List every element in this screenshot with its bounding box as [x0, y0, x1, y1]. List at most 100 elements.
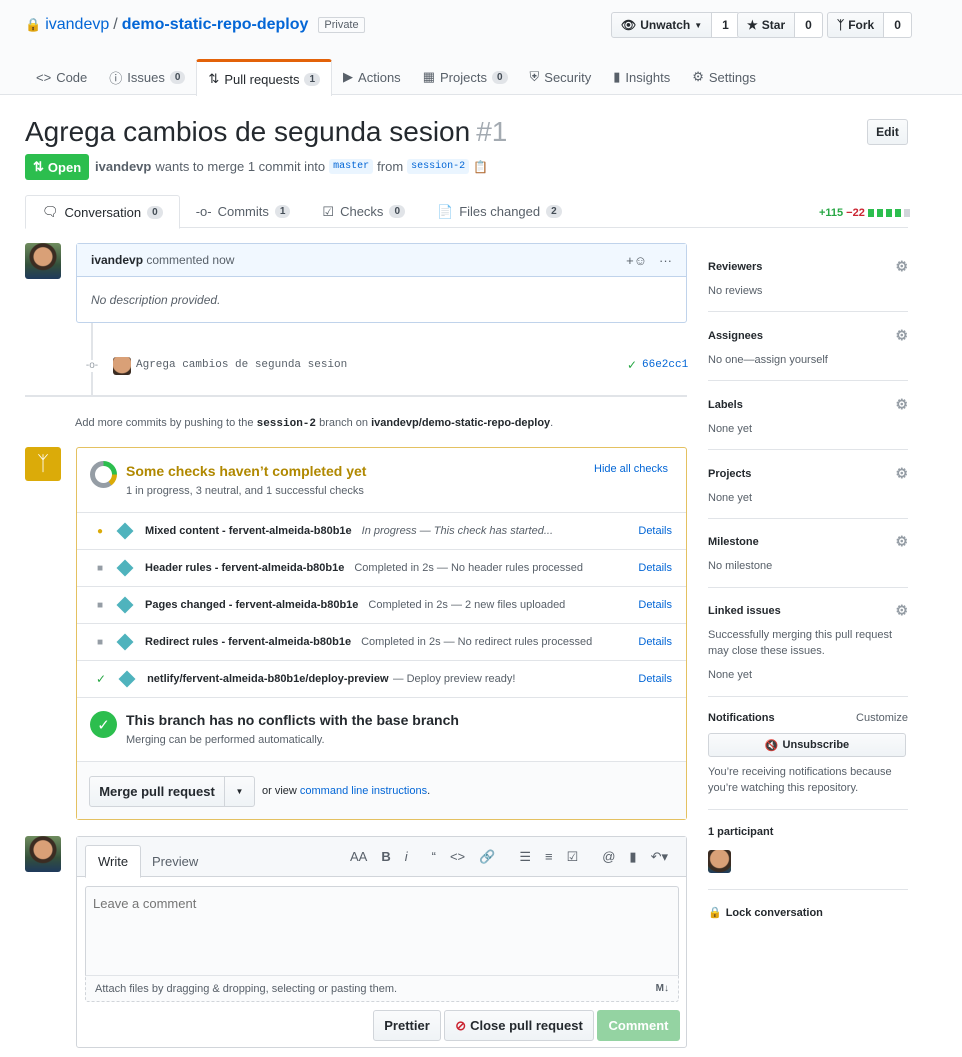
merge-options-caret-icon[interactable]: ▼ — [224, 776, 255, 807]
close-pull-request-button[interactable]: ⊘ Close pull request — [444, 1010, 594, 1041]
tab-preview[interactable]: Preview — [140, 845, 210, 878]
markdown-icon[interactable]: M↓ — [656, 983, 669, 994]
star-icon: ★ — [747, 18, 758, 32]
checks-donut-icon — [90, 461, 117, 488]
hide-checks-link[interactable]: Hide all checks — [594, 463, 668, 475]
participant-avatar[interactable] — [708, 850, 731, 873]
tab-insights[interactable]: ▮ Insights — [602, 59, 681, 95]
tab-checks[interactable]: ☑ Checks 0 — [306, 195, 421, 228]
tab-code[interactable]: <> Code — [25, 59, 98, 95]
avatar[interactable] — [25, 243, 61, 279]
diffstat-additions: +115 — [819, 207, 844, 219]
comment-author[interactable]: ivandevp — [91, 253, 143, 267]
tab-write[interactable]: Write — [85, 845, 142, 878]
projects-title[interactable]: Projects — [708, 468, 751, 480]
check-details-link[interactable]: Details — [638, 562, 672, 574]
reply-icon[interactable]: ↶▾ — [651, 849, 668, 865]
mention-icon[interactable]: @ — [602, 849, 615, 865]
italic-icon[interactable]: i — [405, 849, 408, 865]
repo-owner-link[interactable]: ivandevp — [45, 16, 109, 34]
kebab-menu-icon[interactable]: ··· — [659, 253, 672, 268]
star-button[interactable]: ★ Star — [737, 12, 796, 38]
no-conflicts-title: This branch has no conflicts with the ba… — [126, 712, 459, 728]
bookmark-icon[interactable]: ▮ — [629, 849, 636, 865]
participants-title: 1 participant — [708, 826, 774, 838]
timeline-line — [91, 323, 93, 395]
task-list-icon[interactable]: ☑ — [567, 849, 579, 865]
watch-count[interactable]: 1 — [712, 12, 740, 38]
avatar[interactable] — [25, 836, 61, 872]
bold-icon[interactable]: B — [381, 849, 390, 865]
linked-issues-title[interactable]: Linked issues — [708, 605, 781, 617]
eye-icon: 👁 — [621, 18, 637, 32]
tab-checks-count: 0 — [389, 205, 405, 218]
clipboard-icon[interactable]: 📋 — [473, 160, 488, 174]
customize-link[interactable]: Customize — [856, 712, 908, 724]
unwatch-button[interactable]: 👁 Unwatch ▼ — [611, 12, 713, 38]
attach-files-area[interactable]: Attach files by dragging & dropping, sel… — [85, 975, 679, 1002]
numbered-list-icon[interactable]: ≡ — [545, 849, 553, 865]
gear-icon[interactable]: ⚙ — [895, 396, 908, 413]
head-branch[interactable]: session-2 — [407, 159, 470, 174]
commit-avatar[interactable] — [113, 357, 131, 375]
repo-nav: <> Code ⓘ Issues 0 ⇅ Pull requests 1 ▶ Actions… — [25, 59, 767, 96]
reviewers-title[interactable]: Reviewers — [708, 261, 762, 273]
push-hint-repo[interactable]: ivandevp/demo-static-repo-deploy — [371, 417, 550, 429]
edit-title-button[interactable]: Edit — [867, 119, 908, 145]
unsubscribe-button[interactable]: 🔇 Unsubscribe — [708, 733, 906, 757]
tab-files-changed[interactable]: 📄 Files changed 2 — [421, 195, 578, 228]
diffstat-deletions: −22 — [846, 207, 865, 219]
gear-icon[interactable]: ⚙ — [895, 258, 908, 275]
fork-count[interactable]: 0 — [884, 12, 912, 38]
tab-commits[interactable]: -o- Commits 1 — [180, 195, 307, 228]
diffstat-block — [903, 209, 910, 217]
milestone-title[interactable]: Milestone — [708, 536, 759, 548]
tab-settings[interactable]: ⚙ Settings — [681, 59, 767, 95]
repo-name-link[interactable]: demo-static-repo-deploy — [122, 16, 309, 34]
base-branch[interactable]: master — [329, 159, 374, 174]
tab-conversation[interactable]: 🗨 Conversation 0 — [25, 195, 180, 229]
prettier-button[interactable]: Prettier — [373, 1010, 441, 1041]
link-icon[interactable]: 🔗 — [479, 849, 495, 865]
star-count[interactable]: 0 — [795, 12, 823, 38]
commit-icon: -o- — [195, 204, 212, 219]
gear-icon[interactable]: ⚙ — [895, 327, 908, 344]
comment-button[interactable]: Comment — [597, 1010, 680, 1041]
command-line-instructions-link[interactable]: command line instructions — [300, 785, 427, 797]
check-details-link[interactable]: Details — [638, 673, 672, 685]
check-details-link[interactable]: Details — [638, 636, 672, 648]
check-name: Mixed content - fervent-almeida-b80b1e — [145, 525, 352, 537]
pr-state-label: Open — [47, 159, 82, 175]
tab-actions[interactable]: ▶ Actions — [332, 59, 412, 95]
gear-icon[interactable]: ⚙ — [895, 602, 908, 619]
bullet-list-icon[interactable]: ☰ — [519, 849, 531, 865]
check-icon[interactable]: ✓ — [627, 358, 637, 372]
heading-icon[interactable]: AA — [350, 849, 367, 865]
fork-button[interactable]: ᛉ Fork — [827, 12, 885, 38]
code-icon[interactable]: <> — [450, 849, 465, 865]
gear-icon[interactable]: ⚙ — [895, 533, 908, 550]
commit-message[interactable]: Agrega cambios de segunda sesion — [136, 359, 347, 371]
pr-author-link[interactable]: ivandevp — [95, 159, 151, 174]
assignees-title[interactable]: Assignees — [708, 330, 763, 342]
tab-pull-requests[interactable]: ⇅ Pull requests 1 — [196, 59, 333, 96]
tab-security[interactable]: ⛨ Security — [519, 59, 603, 95]
lock-conversation-button[interactable]: 🔒 Lock conversation — [708, 906, 823, 920]
assignees-value[interactable]: No one—assign yourself — [708, 354, 908, 366]
check-details-link[interactable]: Details — [638, 525, 672, 537]
merge-pull-request-button[interactable]: Merge pull request — [89, 776, 225, 807]
check-details-link[interactable]: Details — [638, 599, 672, 611]
comment-textarea[interactable] — [85, 886, 679, 975]
comment-body: No description provided. — [91, 293, 221, 307]
check-row: ■ Redirect rules - fervent-almeida-b80b1… — [77, 623, 686, 660]
add-reaction-icon[interactable]: +☺ — [626, 253, 647, 268]
sidebar-notifications: Notifications Customize 🔇 Unsubscribe You’… — [708, 712, 908, 810]
labels-title[interactable]: Labels — [708, 399, 743, 411]
commit-sha[interactable]: 66e2cc1 — [642, 359, 688, 371]
diffstat-block — [876, 209, 883, 217]
quote-icon[interactable]: “ — [432, 849, 436, 865]
gear-icon[interactable]: ⚙ — [895, 465, 908, 482]
tab-projects[interactable]: ▦ Projects 0 — [412, 59, 519, 95]
tab-issues[interactable]: ⓘ Issues 0 — [98, 59, 196, 95]
fork-label: Fork — [848, 18, 875, 32]
